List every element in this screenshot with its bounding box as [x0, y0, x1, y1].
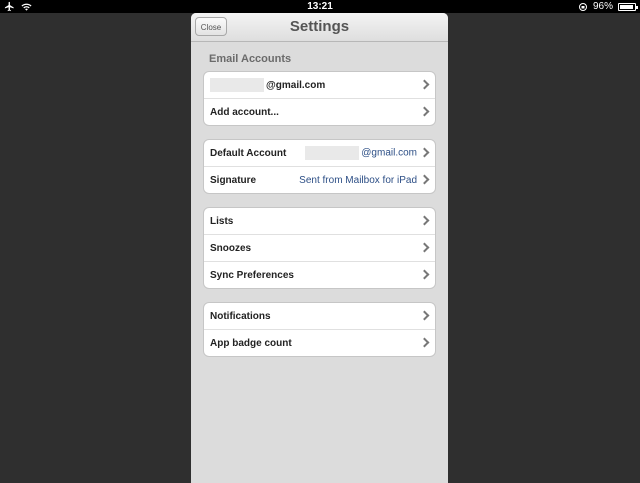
signature-label: Signature: [210, 174, 257, 186]
page-title: Settings: [289, 18, 350, 35]
notifications-row[interactable]: Notifications: [204, 303, 435, 329]
add-account-label: Add account...: [210, 106, 279, 118]
account-email-suffix: @gmail.com: [266, 79, 326, 91]
battery-icon: [618, 2, 638, 11]
chevron-right-icon: [419, 79, 430, 90]
signature-value: Sent from Mailbox for iPad: [299, 174, 417, 186]
sync-preferences-row[interactable]: Sync Preferences: [204, 261, 435, 288]
app-badge-count-row[interactable]: App badge count: [204, 329, 435, 356]
chevron-right-icon: [419, 242, 430, 253]
redacted-email-prefix: [210, 78, 264, 92]
lists-label: Lists: [210, 215, 234, 227]
chevron-right-icon: [419, 310, 430, 321]
rotation-lock-icon: [578, 2, 587, 11]
default-account-label: Default Account: [210, 147, 287, 159]
default-account-value: @gmail.com: [305, 146, 417, 160]
settings-navbar: Close Settings: [191, 13, 448, 42]
settings-modal: Close Settings Email Accounts @gmail.com…: [191, 13, 448, 483]
chevron-right-icon: [419, 147, 430, 158]
snoozes-row[interactable]: Snoozes: [204, 234, 435, 261]
settings-content: Email Accounts @gmail.com Add account...…: [191, 42, 448, 357]
chevron-right-icon: [419, 215, 430, 226]
lists-row[interactable]: Lists: [204, 208, 435, 234]
status-time: 13:21: [307, 1, 333, 12]
signature-row[interactable]: Signature Sent from Mailbox for iPad: [204, 166, 435, 193]
section-header-email-accounts: Email Accounts: [209, 53, 292, 65]
chevron-right-icon: [419, 174, 430, 185]
lists-group: Lists Snoozes Sync Preferences: [203, 207, 436, 289]
chevron-right-icon: [419, 337, 430, 348]
status-right: 96%: [578, 0, 638, 13]
snoozes-label: Snoozes: [210, 242, 252, 254]
chevron-right-icon: [419, 106, 430, 117]
notifications-label: Notifications: [210, 310, 271, 322]
notifications-group: Notifications App badge count: [203, 302, 436, 357]
account-row[interactable]: @gmail.com: [204, 72, 435, 98]
app-badge-count-label: App badge count: [210, 337, 292, 349]
status-bar: 13:21 96%: [0, 0, 640, 13]
default-account-row[interactable]: Default Account @gmail.com: [204, 140, 435, 166]
default-account-email-suffix: @gmail.com: [361, 147, 417, 159]
defaults-group: Default Account @gmail.com Signature Sen…: [203, 139, 436, 194]
email-accounts-group: @gmail.com Add account...: [203, 71, 436, 126]
add-account-row[interactable]: Add account...: [204, 98, 435, 125]
sync-preferences-label: Sync Preferences: [210, 269, 294, 281]
redacted-email-prefix: [305, 146, 360, 160]
chevron-right-icon: [419, 269, 430, 280]
battery-percent: 96%: [592, 1, 613, 12]
